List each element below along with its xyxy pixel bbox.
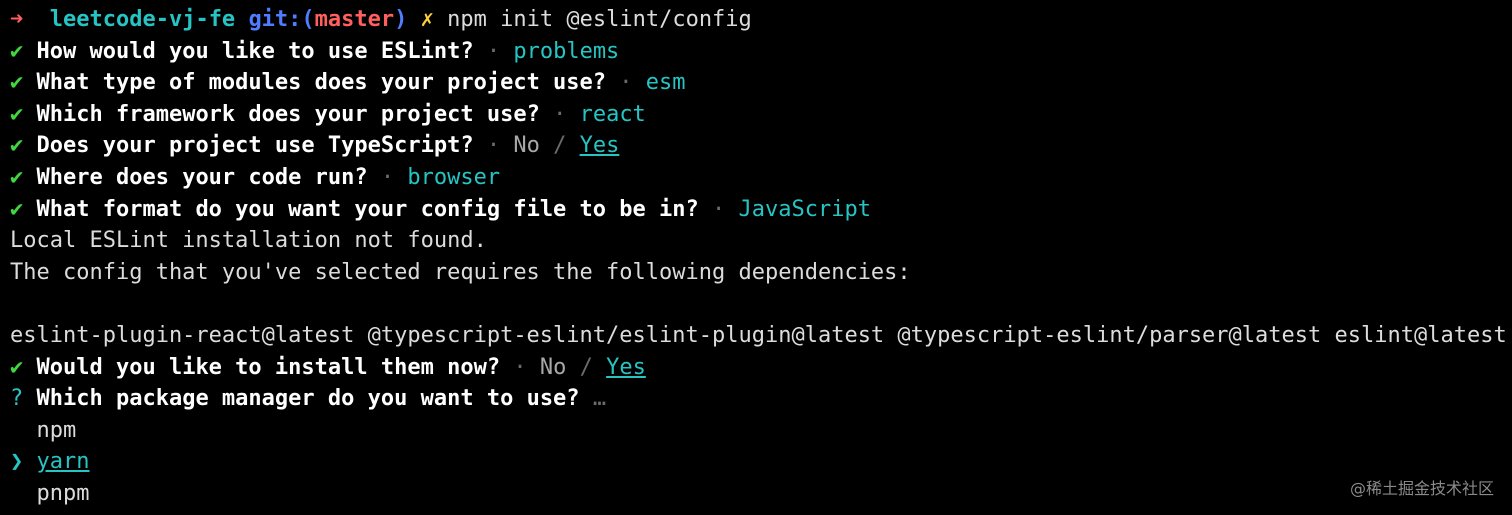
option-no: No	[513, 133, 540, 159]
prompt-arrow-icon: ➜	[10, 7, 24, 32]
package-manager-option-pnpm[interactable]: pnpm	[10, 478, 1502, 510]
option-yes-selected: Yes	[606, 354, 646, 380]
git-dirty-icon: ✗	[420, 7, 434, 32]
answer-text: react	[579, 101, 646, 127]
option-yes-selected: Yes	[579, 133, 620, 159]
question-text: Where does your code run?	[36, 164, 368, 190]
check-icon: ✔	[10, 196, 24, 222]
question-line: ✔ What type of modules does your project…	[10, 67, 1502, 99]
pointer-icon: ❯	[10, 449, 24, 475]
watermark: @稀土掘金技术社区	[1349, 479, 1494, 498]
package-manager-option-yarn[interactable]: ❯ yarn	[10, 446, 1502, 478]
question-line: ✔ Where does your code run? · browser	[10, 162, 1502, 194]
command-text: npm init @eslint/config	[447, 7, 752, 32]
question-text: Does your project use TypeScript?	[36, 133, 474, 159]
check-icon: ✔	[10, 101, 24, 127]
install-question-line: ✔ Would you like to install them now? · …	[10, 352, 1502, 384]
package-manager-option-npm[interactable]: npm	[10, 415, 1502, 447]
answer-text: problems	[513, 38, 620, 64]
message-requires: The config that you've selected requires…	[10, 259, 911, 285]
question-line: ✔ Which framework does your project use?…	[10, 99, 1502, 131]
check-icon: ✔	[10, 70, 24, 96]
separator-dot: ·	[486, 38, 501, 64]
separator-dot: ·	[486, 133, 501, 159]
git-prefix: git:(	[248, 7, 315, 32]
question-text: Which package manager do you want to use…	[36, 386, 580, 412]
option-label-selected: yarn	[36, 449, 90, 475]
message-not-found: Local ESLint installation not found.	[10, 228, 487, 254]
question-mark-icon: ?	[10, 386, 24, 412]
question-text: Would you like to install them now?	[36, 354, 501, 380]
ellipsis: …	[592, 386, 607, 412]
git-branch: master	[314, 7, 395, 32]
answer-text: browser	[407, 164, 501, 190]
question-line: ✔ What format do you want your config fi…	[10, 194, 1502, 226]
separator-dot: ·	[553, 101, 567, 127]
package-manager-question-line: ? Which package manager do you want to u…	[10, 383, 1502, 415]
option-slash: /	[579, 354, 593, 380]
separator-dot: ·	[513, 354, 527, 380]
option-no: No	[539, 354, 567, 380]
check-icon: ✔	[10, 354, 24, 380]
terminal-output: ➜ leetcode-vj-fe git:(master) ✗ npm init…	[10, 4, 1507, 510]
prompt-directory: leetcode-vj-fe	[49, 7, 236, 32]
option-label: npm	[36, 417, 77, 443]
question-line: ✔ How would you like to use ESLint? · pr…	[10, 36, 1502, 68]
prompt-line: ➜ leetcode-vj-fe git:(master) ✗ npm init…	[10, 4, 1502, 36]
check-icon: ✔	[10, 38, 24, 64]
question-text: What format do you want your config file…	[36, 196, 699, 222]
separator-dot: ·	[619, 70, 633, 96]
git-suffix: )	[394, 7, 408, 32]
option-slash: /	[553, 133, 567, 159]
separator-dot: ·	[380, 164, 395, 190]
check-icon: ✔	[10, 133, 24, 159]
separator-dot: ·	[712, 196, 726, 222]
question-line: ✔ Does your project use TypeScript? · No…	[10, 130, 1502, 162]
answer-text: esm	[645, 70, 686, 96]
option-label: pnpm	[36, 480, 90, 506]
question-text: How would you like to use ESLint?	[36, 38, 474, 64]
question-text: Which framework does your project use?	[36, 101, 540, 127]
check-icon: ✔	[10, 164, 24, 190]
dependency-list: eslint-plugin-react@latest @typescript-e…	[10, 322, 1507, 348]
answer-text: JavaScript	[738, 196, 871, 222]
question-text: What type of modules does your project u…	[36, 70, 607, 96]
